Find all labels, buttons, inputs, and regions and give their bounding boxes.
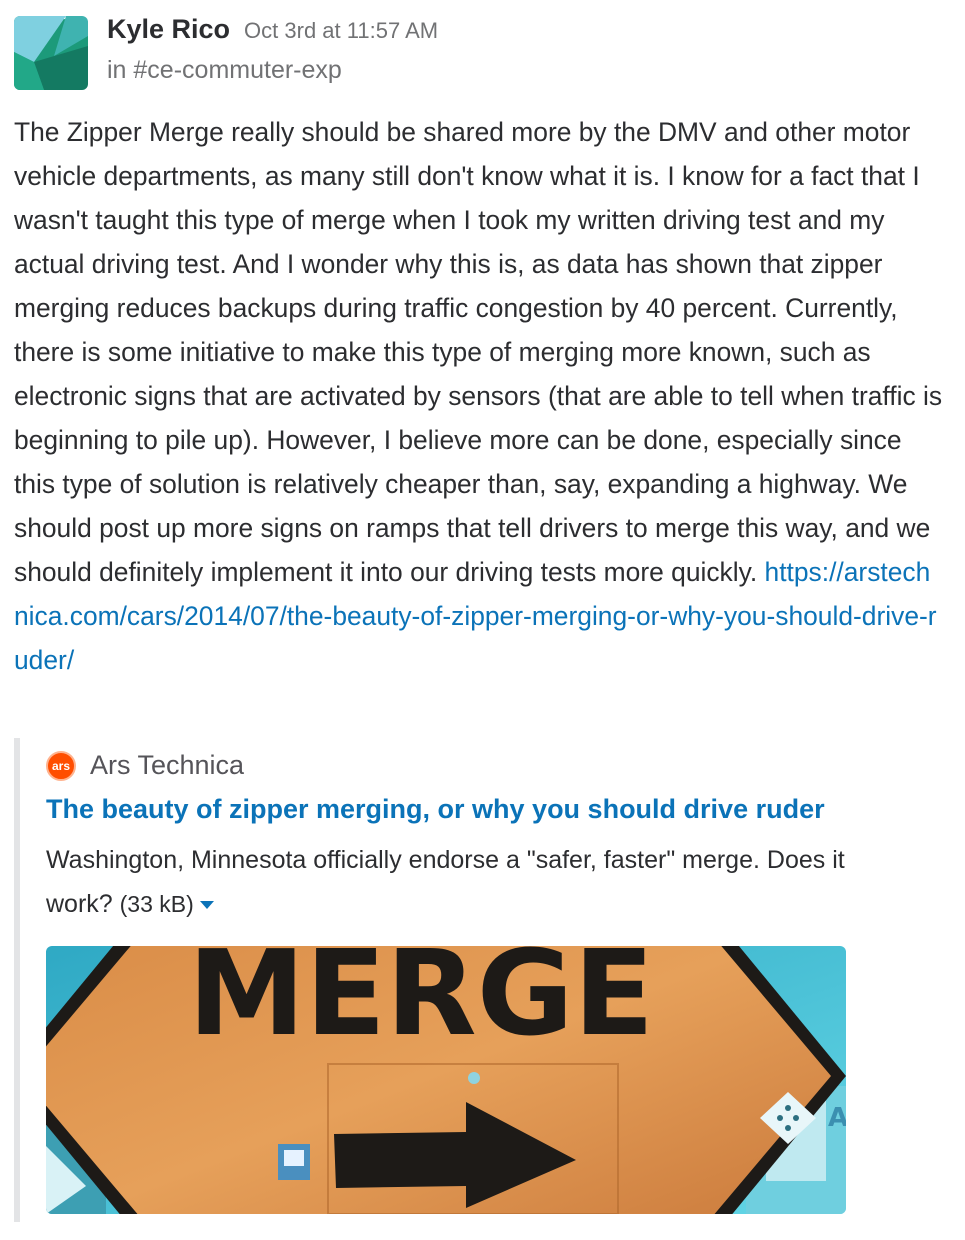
- channel-link[interactable]: #ce-commuter-exp: [133, 56, 341, 84]
- link-preview: ars Ars Technica The beauty of zipper me…: [14, 738, 860, 1222]
- channel-info: in #ce-commuter-exp: [107, 56, 945, 85]
- author-name[interactable]: Kyle Rico: [107, 14, 230, 45]
- service-name: Ars Technica: [90, 750, 245, 780]
- channel-prefix: in: [107, 56, 134, 84]
- timestamp[interactable]: Oct 3rd at 11:57 AM: [244, 18, 438, 44]
- message-header: Kyle Rico Oct 3rd at 11:57 AM in #ce-com…: [107, 14, 945, 85]
- attachment-size: (33 kB): [119, 891, 194, 917]
- attachment-service: ars Ars Technica: [46, 750, 244, 781]
- attachment-image[interactable]: MERGE A: [46, 946, 846, 1214]
- attachment-description: Washington, Minnesota officially endorse…: [46, 838, 856, 926]
- side-sign-text: A: [828, 1103, 846, 1133]
- sign-merge-text: MERGE: [188, 946, 654, 1062]
- attachment-title[interactable]: The beauty of zipper merging, or why you…: [46, 794, 825, 825]
- message: Kyle Rico Oct 3rd at 11:57 AM in #ce-com…: [0, 0, 965, 1240]
- message-body: The Zipper Merge really should be shared…: [14, 110, 944, 682]
- user-avatar[interactable]: [14, 16, 88, 90]
- caret-down-icon[interactable]: [199, 901, 214, 910]
- ars-technica-icon: ars: [46, 750, 76, 781]
- message-text: The Zipper Merge really should be shared…: [14, 117, 943, 587]
